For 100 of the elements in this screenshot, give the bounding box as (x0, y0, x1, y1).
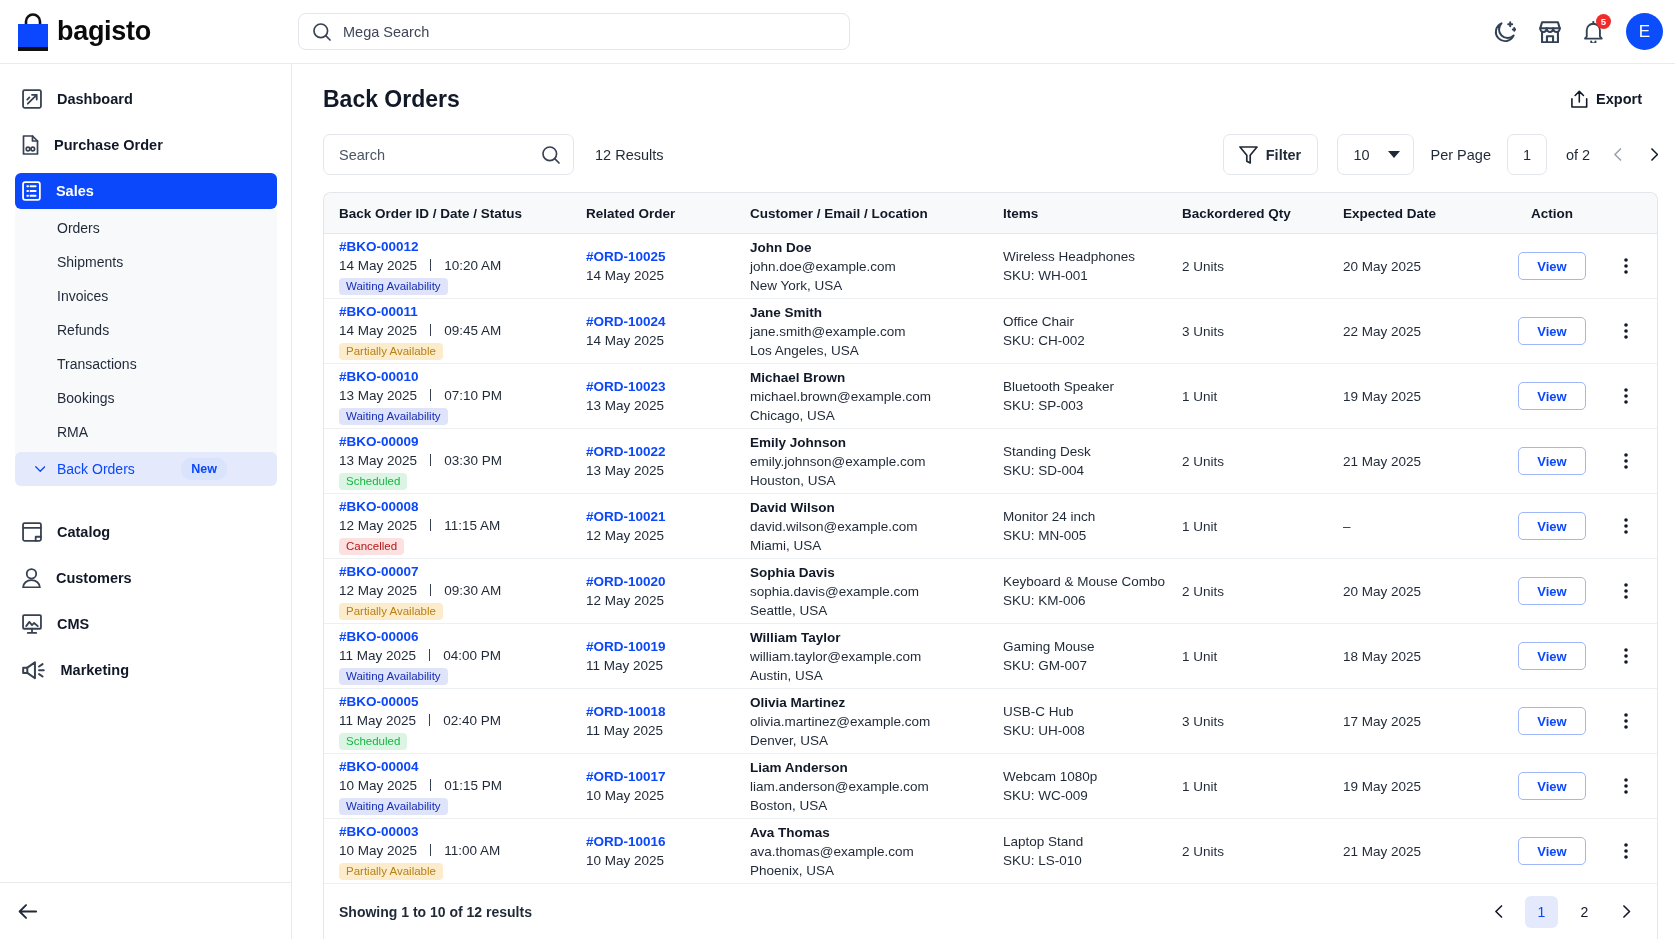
order-time: 02:40 PM (443, 711, 502, 729)
avatar[interactable]: E (1626, 13, 1663, 50)
store-icon[interactable] (1539, 20, 1562, 43)
column-header: Action (1531, 205, 1573, 221)
page-button[interactable]: 2 (1568, 895, 1601, 928)
kebab-menu-icon[interactable] (1624, 453, 1628, 469)
expected-date: 19 May 2025 (1343, 387, 1422, 405)
nav-item[interactable]: Customers (15, 560, 277, 596)
view-button[interactable]: View (1518, 642, 1586, 670)
chevron-right-icon[interactable] (1623, 905, 1631, 918)
layout-icon (22, 522, 42, 542)
kebab-menu-icon[interactable] (1624, 388, 1628, 404)
page-total-label: of 2 (1565, 146, 1591, 163)
bell-icon[interactable] (1584, 20, 1603, 43)
related-order-link[interactable]: #ORD-10016 (586, 833, 666, 850)
chevron-right-icon[interactable] (1650, 148, 1658, 161)
order-date: 12 May 2025 (339, 516, 418, 534)
kebab-menu-icon[interactable] (1624, 518, 1628, 534)
kebab-menu-icon[interactable] (1624, 258, 1628, 274)
back-order-link[interactable]: #BKO-00008 (339, 497, 419, 515)
back-order-link[interactable]: #BKO-00007 (339, 562, 419, 580)
export-button[interactable]: Export (1571, 86, 1642, 112)
view-button[interactable]: View (1518, 252, 1586, 280)
back-order-link[interactable]: #BKO-00011 (339, 302, 418, 320)
bag-logo-icon (18, 12, 48, 51)
view-button[interactable]: View (1518, 837, 1586, 865)
nav-item[interactable]: Sales (15, 173, 277, 209)
per-page-select[interactable]: 10 (1336, 134, 1414, 175)
filter-button[interactable]: Filter (1222, 134, 1318, 175)
kebab-menu-icon[interactable] (1624, 648, 1628, 664)
kebab-menu-icon[interactable] (1624, 583, 1628, 599)
logo-text: bagisto (57, 16, 151, 47)
arrow-left-icon[interactable] (18, 903, 38, 919)
search-field[interactable]: Mega Search (298, 13, 850, 50)
nav-subitem[interactable]: Back Orders New (15, 452, 277, 486)
kebab-menu-icon[interactable] (1624, 713, 1628, 729)
nav-subitem[interactable]: Bookings (15, 381, 277, 415)
moon-icon[interactable] (1494, 20, 1517, 43)
customer-email: david.wilson@example.com (750, 517, 918, 535)
page-button[interactable]: 1 (1525, 895, 1558, 928)
related-order-link[interactable]: #ORD-10022 (586, 443, 666, 460)
nav-item[interactable]: Dashboard (15, 81, 277, 117)
kebab-menu-icon[interactable] (1624, 323, 1628, 339)
related-order-link[interactable]: #ORD-10018 (586, 703, 666, 720)
column-header: Backordered Qty (1182, 205, 1291, 221)
nav-item[interactable]: Catalog (15, 514, 277, 550)
kebab-menu-icon[interactable] (1624, 843, 1628, 859)
related-order-link[interactable]: #ORD-10019 (586, 638, 666, 655)
related-order-link[interactable]: #ORD-10023 (586, 378, 666, 395)
back-order-link[interactable]: #BKO-00006 (339, 627, 419, 645)
back-order-link[interactable]: #BKO-00005 (339, 692, 419, 710)
view-button[interactable]: View (1518, 577, 1586, 605)
nav-subitem[interactable]: RMA (15, 415, 277, 449)
column-header: Related Order (586, 205, 676, 221)
back-order-link[interactable]: #BKO-00004 (339, 757, 419, 775)
chevron-down-icon[interactable] (34, 466, 46, 472)
related-order-link[interactable]: #ORD-10025 (586, 248, 666, 265)
view-button[interactable]: View (1518, 512, 1586, 540)
view-button[interactable]: View (1518, 317, 1586, 345)
nav-item[interactable]: Marketing (15, 652, 277, 688)
document-icon (22, 135, 39, 155)
nav-subitem[interactable]: Invoices (15, 279, 277, 313)
view-button[interactable]: View (1518, 447, 1586, 475)
related-order-link[interactable]: #ORD-10021 (586, 508, 666, 525)
order-time: 01:15 PM (444, 776, 503, 794)
item-sku: SKU: GM-007 (1003, 657, 1088, 674)
related-order-link[interactable]: #ORD-10017 (586, 768, 666, 785)
back-order-link[interactable]: #BKO-00010 (339, 367, 419, 385)
view-button[interactable]: View (1518, 772, 1586, 800)
back-order-link[interactable]: #BKO-00003 (339, 822, 419, 840)
chevron-left-icon[interactable] (1495, 905, 1503, 918)
nav-item[interactable]: Purchase Order (15, 127, 277, 163)
customer-name: Jane Smith (750, 303, 823, 321)
back-order-link[interactable]: #BKO-00012 (339, 237, 419, 255)
item-name: Wireless Headphones (1003, 248, 1136, 265)
order-date: 14 May 2025 (339, 256, 418, 274)
customer-location: Miami, USA (750, 536, 822, 554)
column-header: Expected Date (1343, 205, 1437, 221)
column-header: Customer / Email / Location (750, 205, 928, 221)
view-button[interactable]: View (1518, 707, 1586, 735)
nav-subitem[interactable]: Shipments (15, 245, 277, 279)
kebab-menu-icon[interactable] (1624, 778, 1628, 794)
nav-subitem[interactable]: Refunds (15, 313, 277, 347)
item-sku: SKU: WC-009 (1003, 787, 1088, 804)
nav-subitem[interactable]: Orders (15, 211, 277, 245)
search-field[interactable]: Search (323, 134, 574, 175)
related-order-date: 13 May 2025 (586, 462, 665, 479)
back-order-link[interactable]: #BKO-00009 (339, 432, 419, 450)
expected-date: 21 May 2025 (1343, 452, 1422, 470)
page-input[interactable]: 1 (1506, 134, 1547, 175)
related-order-date: 12 May 2025 (586, 527, 665, 544)
related-order-link[interactable]: #ORD-10024 (586, 313, 666, 330)
customer-email: john.doe@example.com (750, 257, 896, 275)
customer-email: william.taylor@example.com (750, 647, 922, 665)
nav-item[interactable]: CMS (15, 606, 277, 642)
view-button[interactable]: View (1518, 382, 1586, 410)
nav-subitem[interactable]: Transactions (15, 347, 277, 381)
status-badge: Waiting Availability (339, 667, 448, 685)
column-header: Back Order ID / Date / Status (339, 205, 523, 221)
related-order-link[interactable]: #ORD-10020 (586, 573, 666, 590)
